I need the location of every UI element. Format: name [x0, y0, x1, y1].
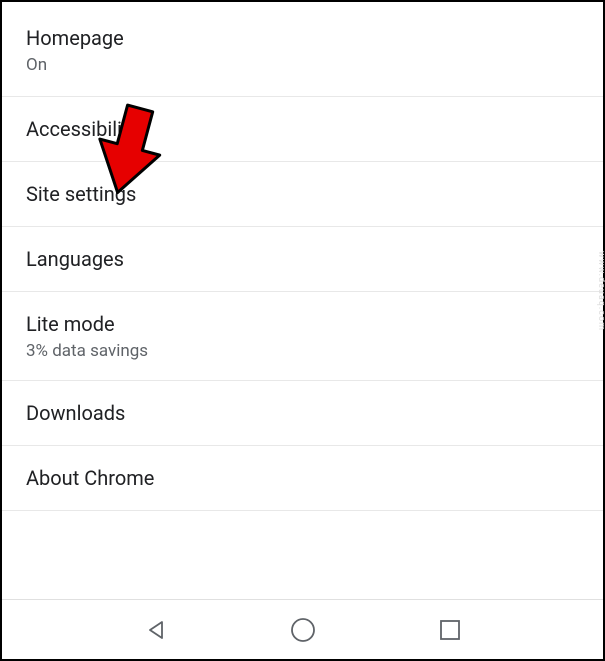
watermark: www.deuaq.com	[596, 250, 605, 330]
settings-item-title: Languages	[26, 245, 579, 273]
settings-item-about-chrome[interactable]: About Chrome	[2, 446, 603, 511]
settings-item-title: Accessibility	[26, 115, 579, 143]
settings-item-homepage[interactable]: Homepage On	[2, 2, 603, 97]
settings-item-accessibility[interactable]: Accessibility	[2, 97, 603, 162]
home-button[interactable]	[289, 616, 317, 644]
navigation-bar	[2, 599, 603, 659]
settings-item-title: Lite mode	[26, 310, 579, 338]
back-button[interactable]	[142, 616, 170, 644]
settings-item-title: Site settings	[26, 180, 579, 208]
recent-apps-icon	[439, 619, 461, 641]
home-icon	[290, 617, 316, 643]
settings-item-subtitle: 3% data savings	[26, 340, 579, 362]
settings-item-lite-mode[interactable]: Lite mode 3% data savings	[2, 292, 603, 381]
recent-apps-button[interactable]	[436, 616, 464, 644]
settings-item-title: About Chrome	[26, 464, 579, 492]
settings-item-downloads[interactable]: Downloads	[2, 381, 603, 446]
settings-item-title: Downloads	[26, 399, 579, 427]
settings-list: Homepage On Accessibility Site settings …	[2, 2, 603, 599]
back-icon	[144, 618, 168, 642]
settings-item-languages[interactable]: Languages	[2, 227, 603, 292]
settings-item-site-settings[interactable]: Site settings	[2, 162, 603, 227]
settings-item-title: Homepage	[26, 24, 579, 52]
settings-item-subtitle: On	[26, 54, 579, 76]
